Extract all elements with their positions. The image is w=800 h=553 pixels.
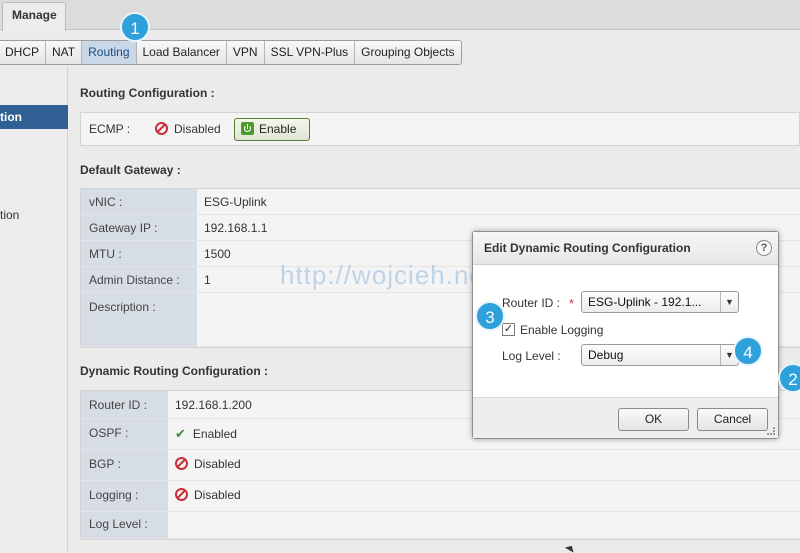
- edit-dynamic-routing-dialog: Edit Dynamic Routing Configuration ? Rou…: [472, 231, 779, 439]
- callout-1: 1: [120, 12, 150, 42]
- router-id-select-value: ESG-Uplink - 192.1...: [588, 295, 702, 309]
- edge-subtabs: DHCP NAT Routing Load Balancer VPN SSL V…: [0, 40, 462, 65]
- callout-2: 2: [778, 363, 800, 393]
- ok-button[interactable]: OK: [618, 408, 689, 431]
- ospf-status-text: Enabled: [192, 427, 237, 441]
- mtu-label: MTU :: [81, 241, 197, 267]
- mouse-cursor-icon: [564, 543, 577, 553]
- prohibited-icon: [155, 122, 168, 135]
- dialog-header: Edit Dynamic Routing Configuration ?: [473, 232, 778, 265]
- tab-manage[interactable]: Manage: [2, 2, 66, 31]
- nav-item-global-configuration[interactable]: tion: [0, 105, 68, 129]
- prohibited-icon: [175, 457, 188, 470]
- routing-configuration-title: Routing Configuration :: [80, 86, 215, 100]
- ospf-label: OSPF :: [81, 419, 168, 450]
- enable-logging-label[interactable]: Enable Logging: [520, 323, 603, 337]
- tab-vpn[interactable]: VPN: [226, 41, 265, 64]
- vnic-value: ESG-Uplink: [197, 189, 800, 215]
- help-icon[interactable]: ?: [756, 240, 772, 256]
- log-level-select[interactable]: Debug ▼: [581, 344, 739, 366]
- log-level-label: Log Level :: [81, 512, 168, 539]
- tab-ssl-vpn-plus[interactable]: SSL VPN-Plus: [264, 41, 356, 64]
- required-marker: *: [569, 296, 575, 311]
- tab-routing[interactable]: Routing: [82, 41, 137, 64]
- bgp-status-text: Disabled: [194, 457, 241, 471]
- vnic-label: vNIC :: [81, 189, 197, 215]
- power-icon: [241, 122, 254, 135]
- router-id-label: Router ID :: [81, 391, 168, 419]
- dialog-router-id-label: Router ID :: [502, 296, 561, 310]
- prohibited-icon: [175, 488, 188, 501]
- dynamic-routing-title: Dynamic Routing Configuration :: [80, 364, 268, 378]
- enable-logging-checkbox[interactable]: ✓: [502, 323, 515, 336]
- log-level-select-value: Debug: [588, 348, 624, 362]
- enable-button-label: Enable: [259, 122, 297, 136]
- checkmark-icon: ✔: [175, 426, 186, 441]
- nav-item-route-redistribution[interactable]: tion: [0, 203, 68, 227]
- dialog-log-level-label: Log Level :: [502, 349, 561, 363]
- dialog-footer: OK Cancel: [473, 397, 778, 438]
- description-label: Description :: [81, 293, 197, 347]
- callout-3: 3: [475, 301, 505, 331]
- ecmp-label: ECMP :: [89, 122, 131, 136]
- tab-load-balancer[interactable]: Load Balancer: [136, 41, 227, 64]
- ecmp-status-text: Disabled: [174, 122, 221, 136]
- dialog-title: Edit Dynamic Routing Configuration: [484, 241, 691, 255]
- logging-status-text: Disabled: [194, 488, 241, 502]
- admin-distance-label: Admin Distance :: [81, 267, 197, 293]
- log-level-value: [168, 512, 800, 539]
- ecmp-status: Disabled: [155, 122, 221, 136]
- callout-4: 4: [733, 336, 763, 366]
- resize-grip-icon[interactable]: [767, 427, 775, 435]
- bgp-label: BGP :: [81, 450, 168, 481]
- gateway-ip-label: Gateway IP :: [81, 215, 197, 241]
- left-nav: [0, 66, 68, 553]
- logging-value: Disabled: [168, 481, 800, 512]
- tab-grouping-objects[interactable]: Grouping Objects: [355, 41, 461, 64]
- cancel-button[interactable]: Cancel: [697, 408, 768, 431]
- bgp-value: Disabled: [168, 450, 800, 481]
- chevron-down-icon[interactable]: ▼: [720, 292, 738, 312]
- watermark: http://wojcieh.net: [280, 260, 494, 290]
- tab-dhcp[interactable]: DHCP: [0, 41, 47, 64]
- default-gateway-title: Default Gateway :: [80, 163, 181, 177]
- enable-ecmp-button[interactable]: Enable: [234, 118, 310, 141]
- logging-label: Logging :: [81, 481, 168, 512]
- router-id-select[interactable]: ESG-Uplink - 192.1... ▼: [581, 291, 739, 313]
- tab-nat[interactable]: NAT: [46, 41, 83, 64]
